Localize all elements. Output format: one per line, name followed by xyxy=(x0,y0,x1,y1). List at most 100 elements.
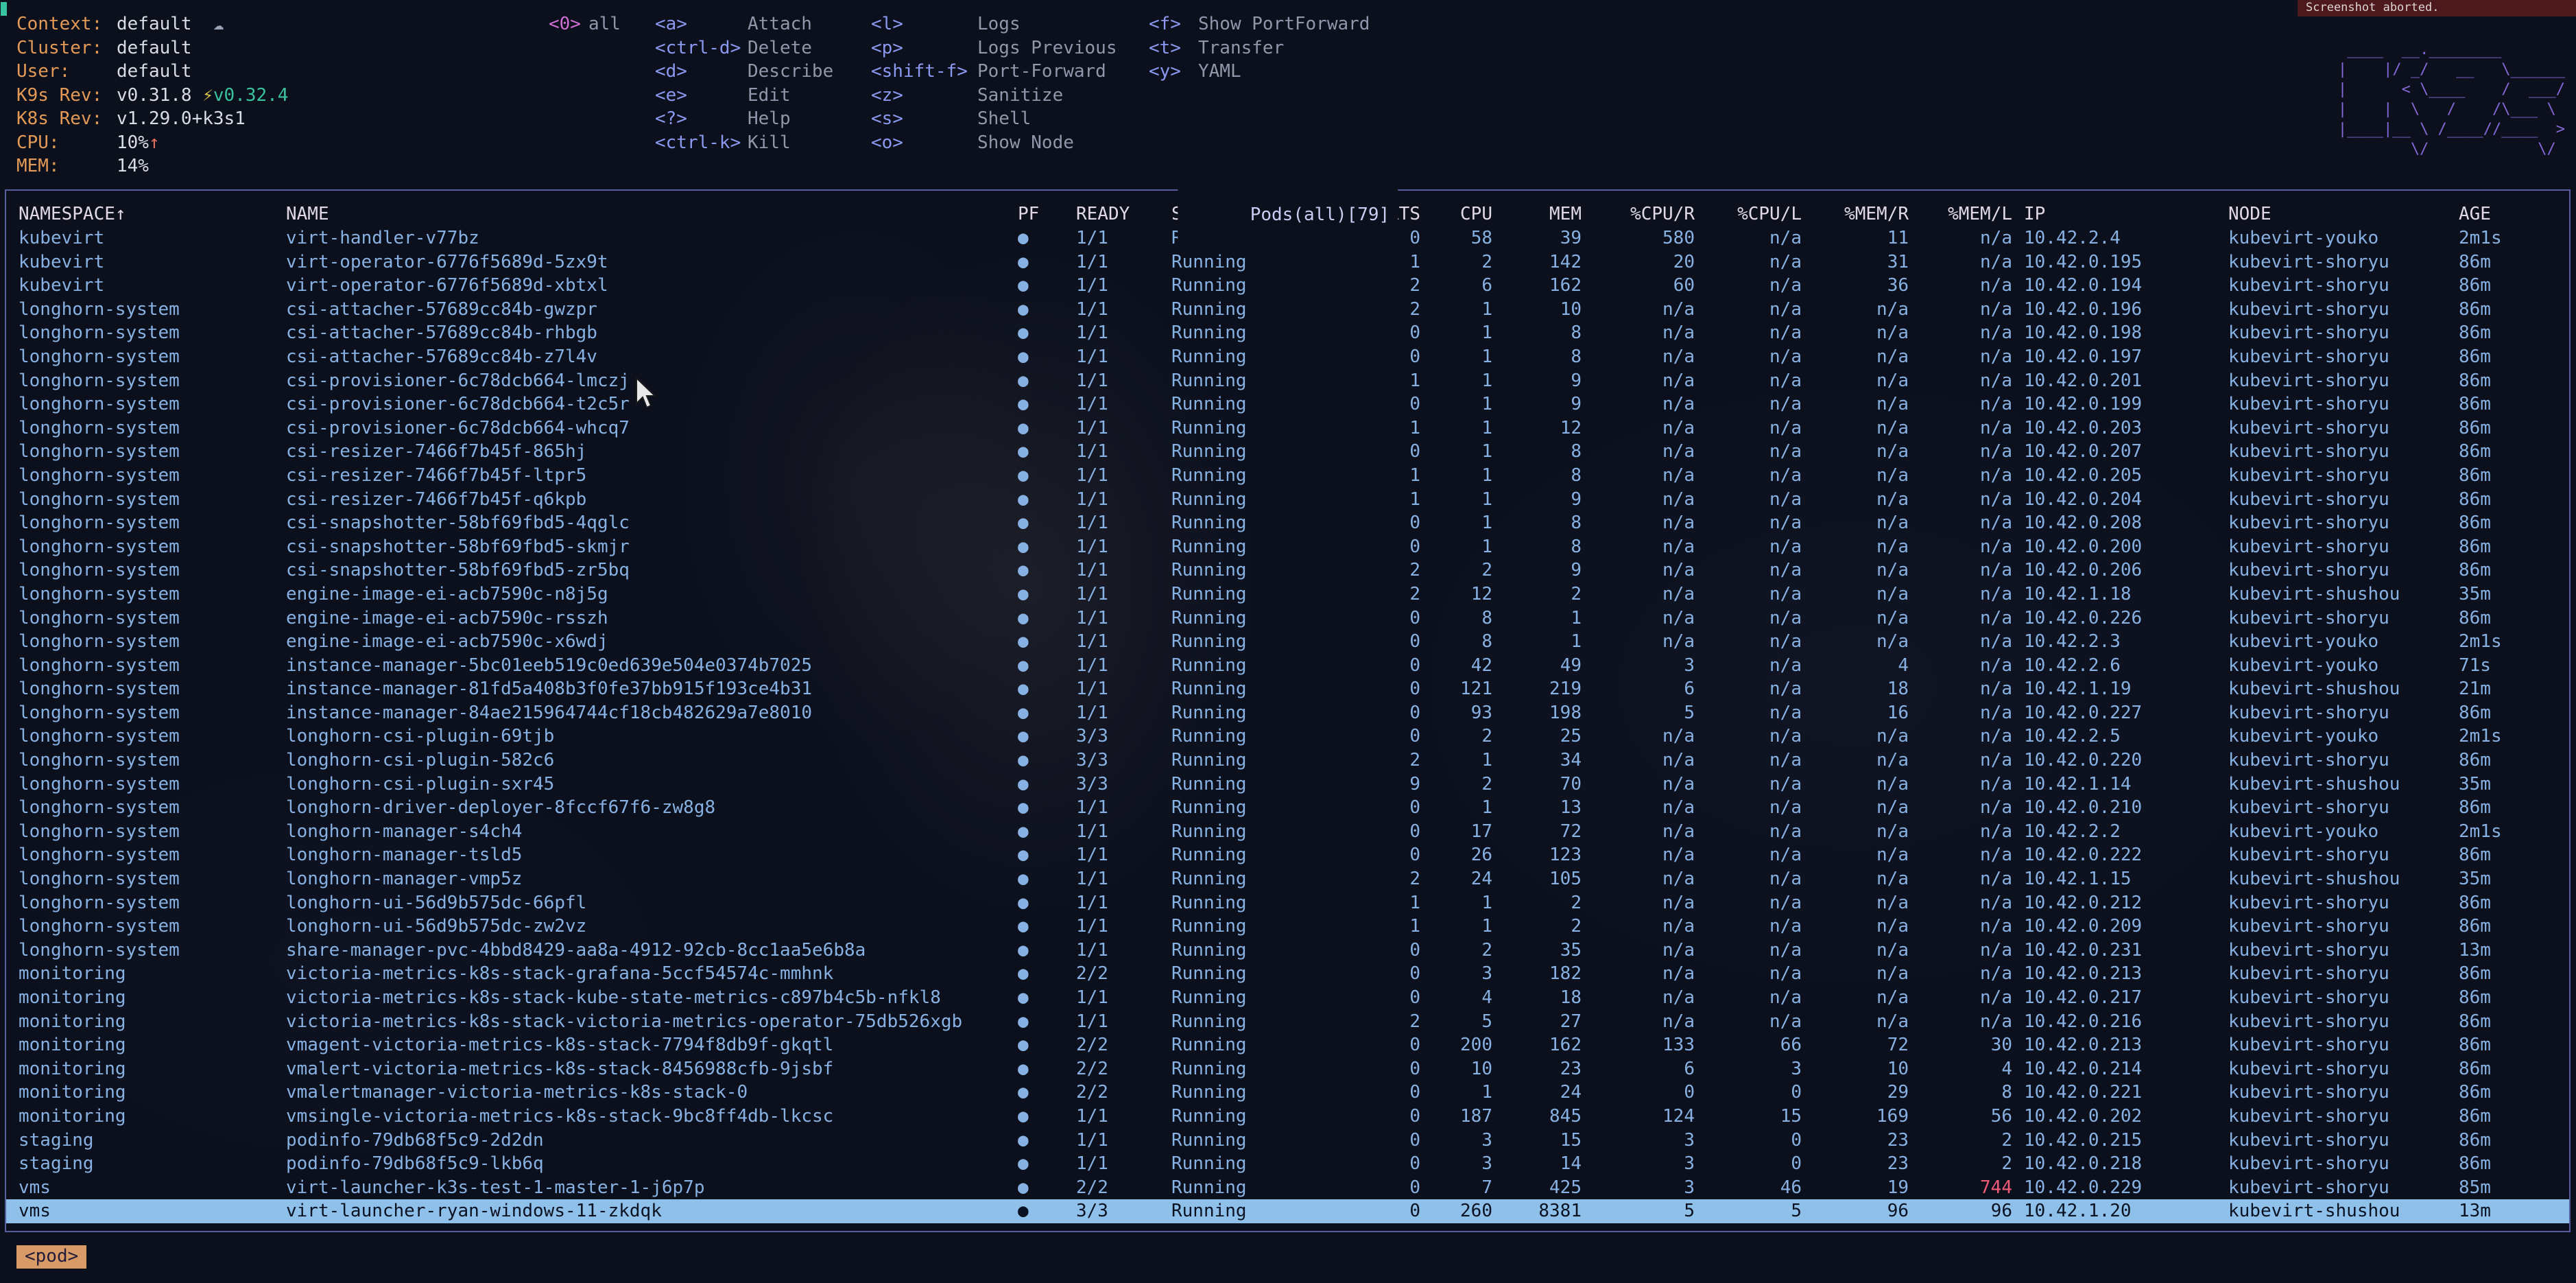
cell: 30 xyxy=(1909,1033,2012,1057)
table-row[interactable]: longhorn-systeminstance-manager-84ae2159… xyxy=(6,701,2569,725)
table-row[interactable]: monitoringvictoria-metrics-k8s-stack-kub… xyxy=(6,986,2569,1010)
menu-column: <f>Show PortForward<t>Transfer<y>YAML xyxy=(1149,12,1370,84)
cell: 10.42.2.3 xyxy=(2012,630,2221,654)
cell: 1 xyxy=(1420,796,1492,820)
menu-key: <f> xyxy=(1149,12,1198,36)
table-row[interactable]: longhorn-systeminstance-manager-81fd5a40… xyxy=(6,677,2569,701)
cell: kubevirt-shoryu xyxy=(2221,891,2452,915)
table-row[interactable]: stagingpodinfo-79db68f5c9-2d2dn●1/1Runni… xyxy=(6,1129,2569,1153)
cell: 1 xyxy=(1333,891,1420,915)
table-row[interactable]: vmsvirt-launcher-k3s-test-1-master-1-j6p… xyxy=(6,1176,2569,1200)
table-row[interactable]: longhorn-systemlonghorn-csi-plugin-69tjb… xyxy=(6,725,2569,749)
cell: csi-attacher-57689cc84b-z7l4v xyxy=(286,345,1012,369)
cell: kubevirt-shoryu xyxy=(2221,535,2452,559)
table-row[interactable]: longhorn-systemlonghorn-driver-deployer-… xyxy=(6,796,2569,820)
cell: longhorn-manager-s4ch4 xyxy=(286,820,1012,844)
cell: n/a xyxy=(1695,820,1802,844)
cell: 9 xyxy=(1333,773,1420,797)
table-row[interactable]: longhorn-systemcsi-snapshotter-58bf69fbd… xyxy=(6,511,2569,535)
cell: 86m xyxy=(2452,1010,2567,1034)
table-row[interactable]: longhorn-systemcsi-snapshotter-58bf69fbd… xyxy=(6,535,2569,559)
cell: Running xyxy=(1171,796,1333,820)
cell: 8 xyxy=(1492,464,1582,488)
cell: engine-image-ei-acb7590c-n8j5g xyxy=(286,582,1012,607)
table-row[interactable]: monitoringvictoria-metrics-k8s-stack-vic… xyxy=(6,1010,2569,1034)
cell: 46 xyxy=(1695,1176,1802,1200)
table-row[interactable]: monitoringvmsingle-victoria-metrics-k8s-… xyxy=(6,1105,2569,1129)
cell: kubevirt-shushou xyxy=(2221,867,2452,891)
table-row[interactable]: longhorn-systemengine-image-ei-acb7590c-… xyxy=(6,630,2569,654)
table-row[interactable]: monitoringvmagent-victoria-metrics-k8s-s… xyxy=(6,1033,2569,1057)
cell: n/a xyxy=(1909,488,2012,512)
cell: n/a xyxy=(1802,392,1909,416)
menu-key: <s> xyxy=(871,107,977,131)
pf-ok-icon: ● xyxy=(1012,867,1076,891)
cell: 39 xyxy=(1492,226,1582,250)
cell: 0 xyxy=(1695,1081,1802,1105)
cell: virt-operator-6776f5689d-xbtxl xyxy=(286,274,1012,298)
cell: 19 xyxy=(1802,1176,1909,1200)
cell: 13m xyxy=(2452,1199,2567,1223)
cell: 86m xyxy=(2452,298,2567,322)
flash-text: Screenshot aborted. xyxy=(2306,1,2439,14)
cell: 580 xyxy=(1582,226,1695,250)
cell: 9 xyxy=(1492,488,1582,512)
cell: kubevirt-youko xyxy=(2221,820,2452,844)
table-row[interactable]: kubevirtvirt-operator-6776f5689d-5zx9t●1… xyxy=(6,250,2569,274)
cell: 29 xyxy=(1802,1081,1909,1105)
table-row[interactable]: longhorn-systemlonghorn-ui-56d9b575dc-zw… xyxy=(6,915,2569,939)
pf-ok-icon: ● xyxy=(1012,607,1076,631)
table-row[interactable]: longhorn-systemcsi-attacher-57689cc84b-z… xyxy=(6,345,2569,369)
table-row[interactable]: vmsvirt-launcher-ryan-windows-11-zkdqk●3… xyxy=(6,1199,2569,1223)
table-row[interactable]: longhorn-systemcsi-resizer-7466f7b45f-86… xyxy=(6,440,2569,464)
cell: 1/1 xyxy=(1076,392,1171,416)
cell: 2m1s xyxy=(2452,820,2567,844)
cell: Running xyxy=(1171,1199,1333,1223)
menu-key: <t> xyxy=(1149,36,1198,60)
table-row[interactable]: longhorn-systemcsi-resizer-7466f7b45f-lt… xyxy=(6,464,2569,488)
table-row[interactable]: stagingpodinfo-79db68f5c9-lkb6q●1/1Runni… xyxy=(6,1152,2569,1176)
cell: n/a xyxy=(1802,535,1909,559)
pf-ok-icon: ● xyxy=(1012,630,1076,654)
menu-item-shell: <s>Shell xyxy=(871,107,1117,131)
cell: Running xyxy=(1171,1129,1333,1153)
menu-key: <d> xyxy=(655,60,748,84)
table-row[interactable]: monitoringvictoria-metrics-k8s-stack-gra… xyxy=(6,962,2569,986)
table-row[interactable]: longhorn-systemlonghorn-ui-56d9b575dc-66… xyxy=(6,891,2569,915)
cell: 0 xyxy=(1333,630,1420,654)
table-row[interactable]: longhorn-systemcsi-provisioner-6c78dcb66… xyxy=(6,392,2569,416)
table-row[interactable]: longhorn-systemcsi-snapshotter-58bf69fbd… xyxy=(6,558,2569,582)
table-row[interactable]: longhorn-systemengine-image-ei-acb7590c-… xyxy=(6,582,2569,607)
column-header: %CPU/L xyxy=(1695,202,1802,226)
table-row[interactable]: longhorn-systemshare-manager-pvc-4bbd842… xyxy=(6,939,2569,963)
cell: 1/1 xyxy=(1076,440,1171,464)
table-row[interactable]: longhorn-systemlonghorn-csi-plugin-582c6… xyxy=(6,749,2569,773)
pf-ok-icon: ● xyxy=(1012,1176,1076,1200)
table-row[interactable]: longhorn-systemcsi-provisioner-6c78dcb66… xyxy=(6,369,2569,393)
table-row[interactable]: longhorn-systemcsi-attacher-57689cc84b-g… xyxy=(6,298,2569,322)
table-row[interactable]: longhorn-systemlonghorn-manager-s4ch4●1/… xyxy=(6,820,2569,844)
cell: n/a xyxy=(1802,986,1909,1010)
cell: n/a xyxy=(1695,582,1802,607)
cell: 0 xyxy=(1333,321,1420,345)
table-row[interactable]: longhorn-systemlonghorn-manager-tsld5●1/… xyxy=(6,843,2569,867)
cell: 42 xyxy=(1420,654,1492,678)
table-row[interactable]: longhorn-systemlonghorn-manager-vmp5z●1/… xyxy=(6,867,2569,891)
table-row[interactable]: kubevirtvirt-operator-6776f5689d-xbtxl●1… xyxy=(6,274,2569,298)
cell: n/a xyxy=(1909,607,2012,631)
cell: kubevirt-shoryu xyxy=(2221,250,2452,274)
table-row[interactable]: longhorn-systemcsi-provisioner-6c78dcb66… xyxy=(6,416,2569,440)
cell: 0 xyxy=(1333,939,1420,963)
cell: 8 xyxy=(1492,511,1582,535)
table-row[interactable]: longhorn-systemlonghorn-csi-plugin-sxr45… xyxy=(6,773,2569,797)
menu-key: <0> xyxy=(549,12,588,36)
table-row[interactable]: longhorn-systemengine-image-ei-acb7590c-… xyxy=(6,607,2569,631)
cell: virt-launcher-ryan-windows-11-zkdqk xyxy=(286,1199,1012,1223)
table-row[interactable]: longhorn-systemcsi-resizer-7466f7b45f-q6… xyxy=(6,488,2569,512)
table-row[interactable]: monitoringvmalertmanager-victoria-metric… xyxy=(6,1081,2569,1105)
table-row[interactable]: monitoringvmalert-victoria-metrics-k8s-s… xyxy=(6,1057,2569,1081)
cell: 25 xyxy=(1492,725,1582,749)
table-row[interactable]: longhorn-systeminstance-manager-5bc01eeb… xyxy=(6,654,2569,678)
cell: longhorn-system xyxy=(12,416,286,440)
table-row[interactable]: longhorn-systemcsi-attacher-57689cc84b-r… xyxy=(6,321,2569,345)
